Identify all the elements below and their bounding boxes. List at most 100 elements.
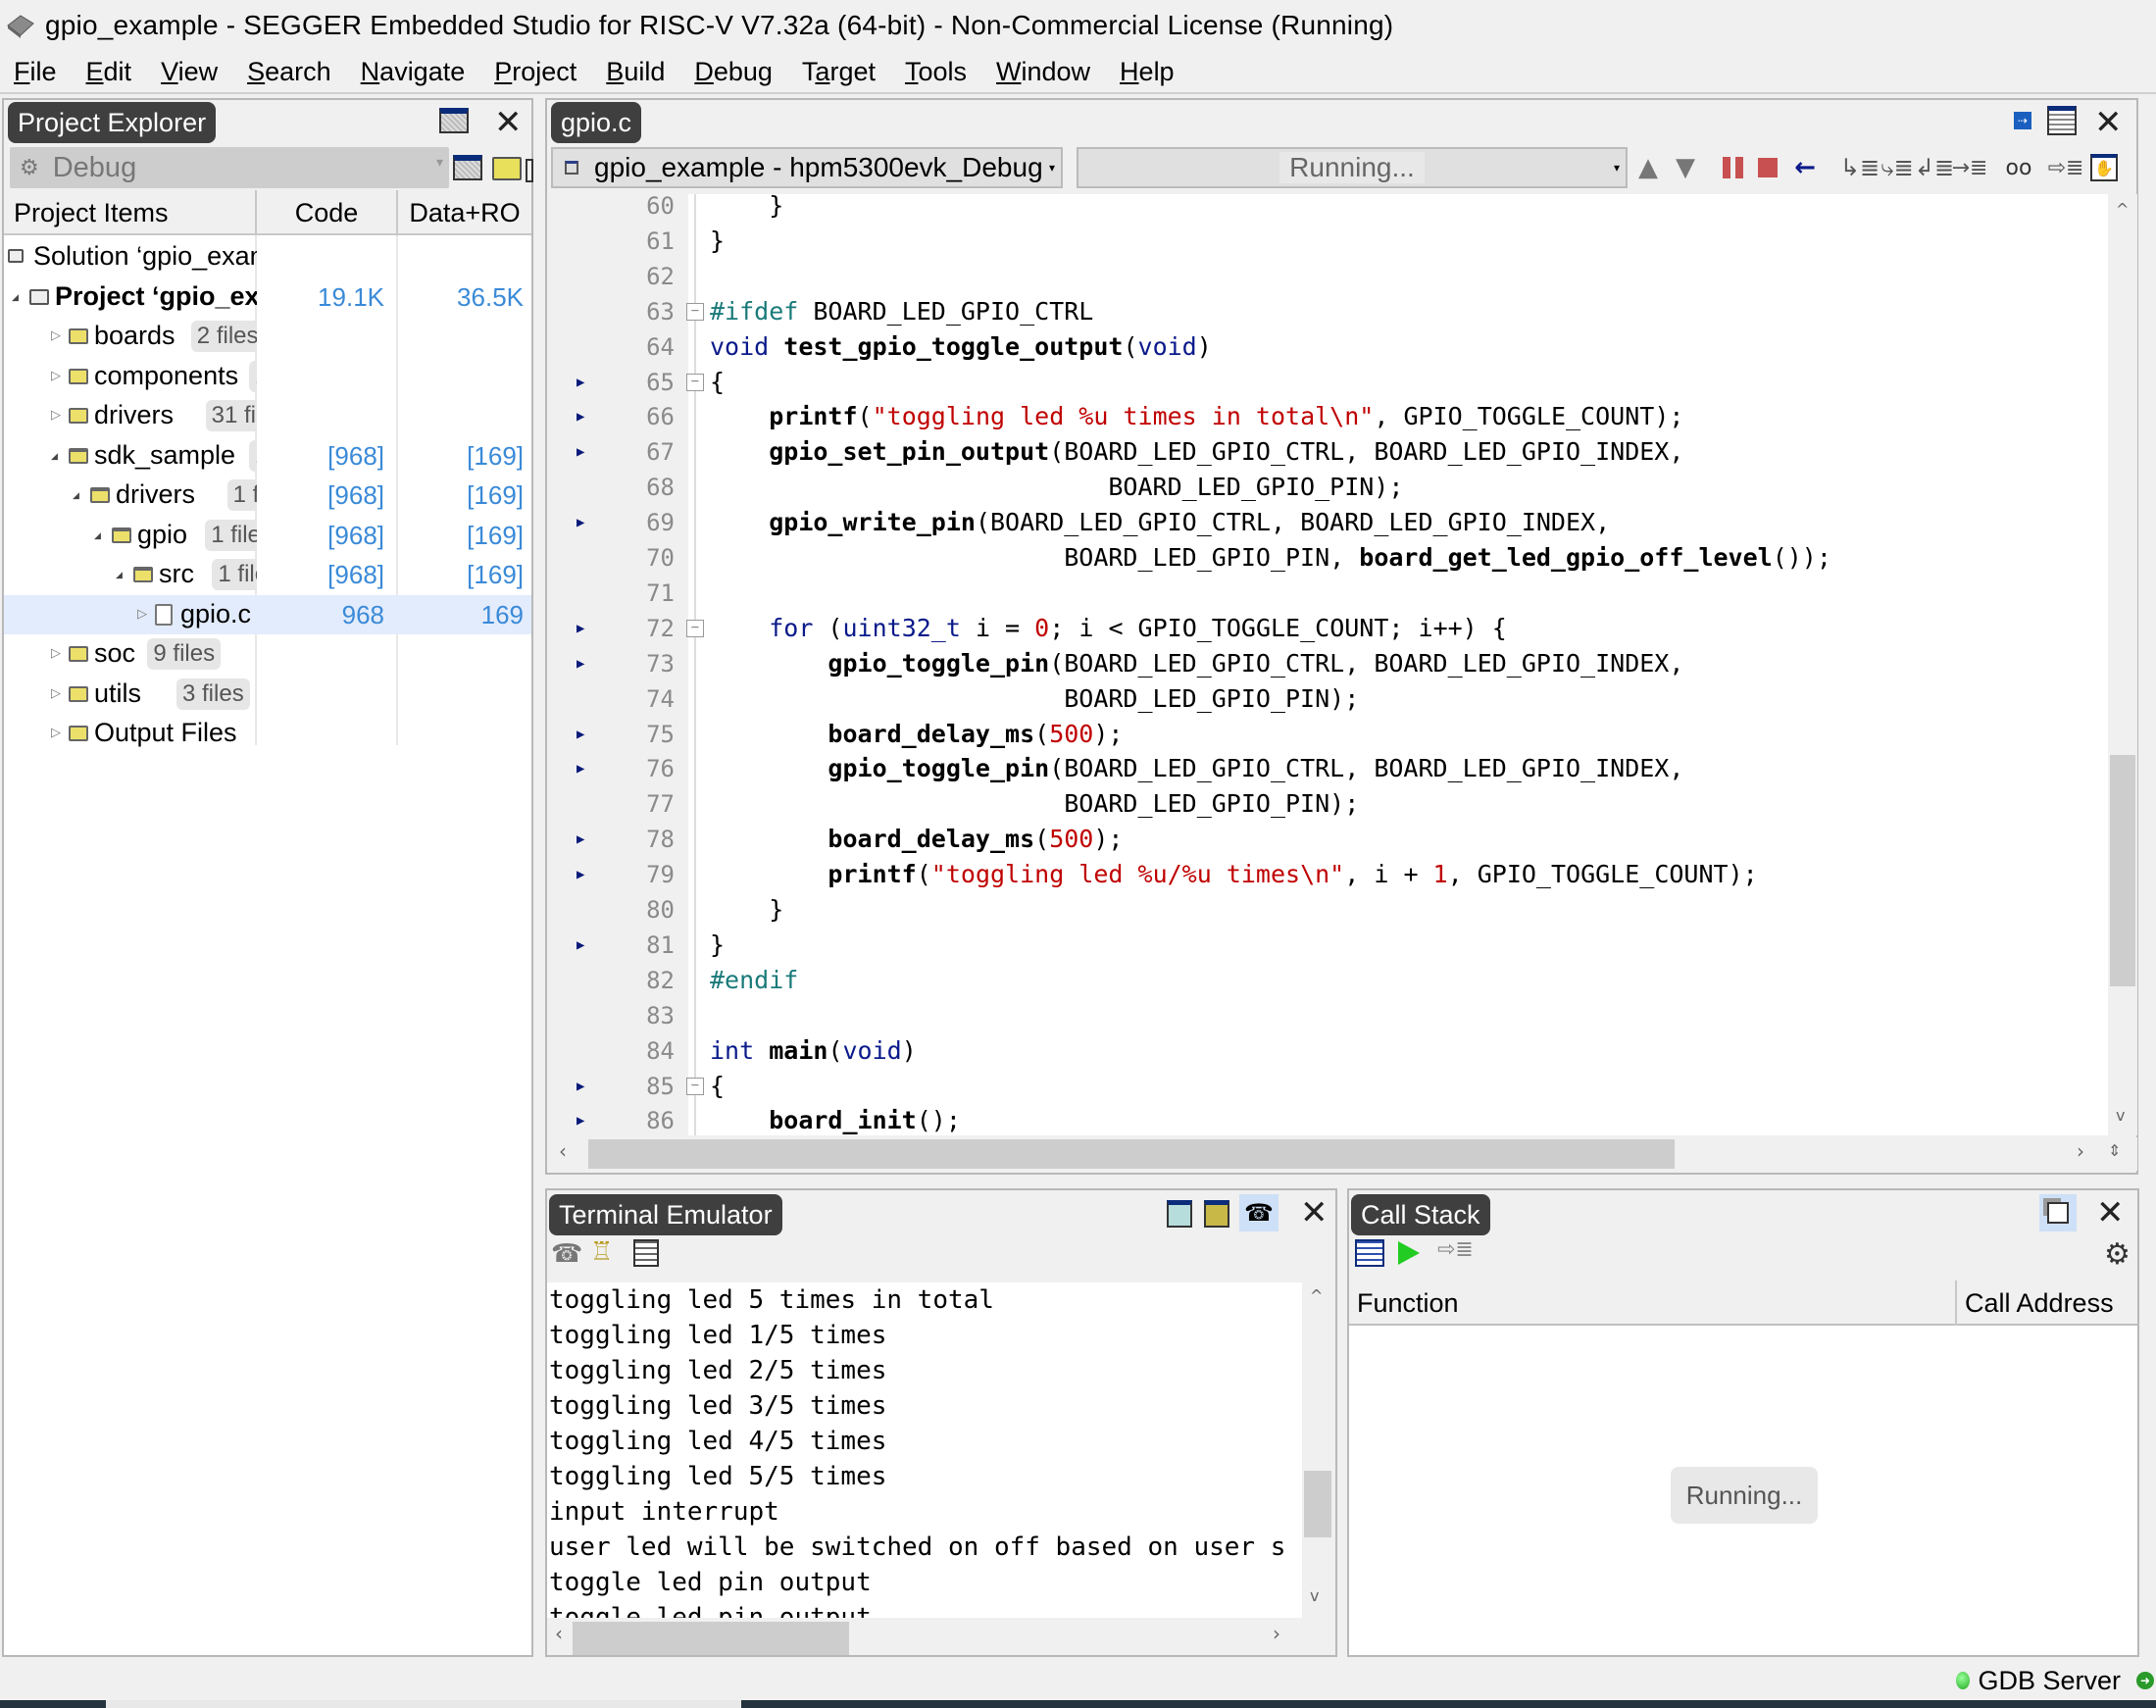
tree-item[interactable]: ▷ soc 9 files xyxy=(4,634,531,674)
code-line[interactable]: ▶ 76 gpio_toggle_pin(BOARD_LED_GPIO_CTRL,… xyxy=(549,751,2108,786)
tree-item[interactable]: ▷ boards 2 files xyxy=(4,317,531,356)
terminal-vertical-scroll-thumb[interactable] xyxy=(1304,1471,1331,1537)
menu-view[interactable]: View xyxy=(161,57,218,87)
menu-edit[interactable]: Edit xyxy=(86,57,132,87)
code-line[interactable]: ▶ 79 printf("toggling led %u/%u times\n",… xyxy=(549,857,2108,892)
tree-item[interactable]: Solution ‘gpio_example’ xyxy=(4,237,531,276)
breakpoint-location-icon[interactable]: ▶ xyxy=(577,857,584,892)
tree-item[interactable]: ◢ sdk_sample 1 file [968] [169] xyxy=(4,436,531,476)
terminal-connect-icon[interactable] xyxy=(1167,1200,1192,1228)
breakpoint-location-icon[interactable]: ▶ xyxy=(577,611,584,646)
code-line[interactable]: 82 #endif xyxy=(549,963,2108,998)
disconnect-phone-icon[interactable]: ☎ xyxy=(551,1239,582,1269)
terminal-settings-icon[interactable] xyxy=(1204,1200,1229,1228)
code-line[interactable]: 80 } xyxy=(549,892,2108,928)
code-line[interactable]: 71 xyxy=(549,576,2108,611)
fold-toggle-icon[interactable]: − xyxy=(686,373,704,391)
debug-status-select[interactable]: Running... ▾ xyxy=(1077,147,1628,188)
code-line[interactable]: 77 BOARD_LED_GPIO_PIN); xyxy=(549,786,2108,822)
code-line[interactable]: ▶ 85−{ xyxy=(549,1069,2108,1104)
menu-project[interactable]: Project xyxy=(494,57,577,87)
expand-icon[interactable]: ▷ xyxy=(51,646,61,661)
menu-file[interactable]: File xyxy=(14,57,57,87)
scroll-right-icon[interactable]: › xyxy=(2077,1139,2084,1163)
show-next-statement-icon[interactable]: ⇨≣ xyxy=(2048,149,2084,186)
code-line[interactable]: 68 BOARD_LED_GPIO_PIN); xyxy=(549,470,2108,505)
menu-window[interactable]: Window xyxy=(996,57,1090,87)
run-to-frame-icon[interactable] xyxy=(1398,1241,1420,1265)
collapse-icon[interactable]: ◢ xyxy=(94,531,101,541)
collapse-icon[interactable]: ◢ xyxy=(116,571,123,580)
scroll-down-icon[interactable]: v xyxy=(1310,1586,1319,1605)
breakpoint-location-icon[interactable]: ▶ xyxy=(577,365,584,400)
step-over-icon[interactable]: ⤷≣ xyxy=(1880,149,1914,186)
code-line[interactable]: ▶ 72− for (uint32_t i = 0; i < GPIO_TOGGL… xyxy=(549,611,2108,646)
close-icon[interactable]: ✕ xyxy=(494,106,523,139)
dial-icon[interactable]: ♖ xyxy=(590,1237,613,1267)
column-header-function[interactable]: Function xyxy=(1349,1281,1957,1326)
goto-icon[interactable]: ⇢ xyxy=(2014,112,2031,129)
editor-horizontal-scrollbar[interactable]: ‹ › ⇕ xyxy=(549,1137,2137,1171)
run-to-cursor-icon[interactable]: →≣ xyxy=(1952,149,1988,186)
step-out-icon[interactable]: ↲≣ xyxy=(1915,149,1954,186)
code-line[interactable]: 64 void test_gpio_toggle_output(void) xyxy=(549,329,2108,365)
breakpoint-location-icon[interactable]: ▶ xyxy=(577,928,584,963)
terminal-output[interactable]: toggling led 5 times in total toggling le… xyxy=(547,1282,1302,1618)
gear-icon[interactable]: ⚙ xyxy=(2104,1237,2131,1272)
target-select[interactable]: gpio_example - hpm5300evk_Debug ▾ xyxy=(551,147,1063,188)
tree-item[interactable]: ▷ components 1 file xyxy=(4,357,531,396)
expand-icon[interactable]: ▷ xyxy=(51,328,61,343)
code-line[interactable]: ▶ 81} xyxy=(549,928,2108,963)
collapse-icon[interactable]: ◢ xyxy=(73,491,79,501)
code-editor[interactable]: 60 } 61} 62 63− #ifdef BOARD_LED_GPIO_CTRL 64… xyxy=(549,194,2108,1135)
tree-item[interactable]: ▷ utils 3 files xyxy=(4,675,531,714)
collapse-icon[interactable]: ◢ xyxy=(51,452,58,462)
code-line[interactable]: 61} xyxy=(549,224,2108,259)
breakpoint-location-icon[interactable]: ▶ xyxy=(577,751,584,786)
column-header-project-items[interactable]: Project Items xyxy=(4,190,257,235)
terminal-properties-icon[interactable] xyxy=(633,1239,659,1267)
stop-icon[interactable] xyxy=(1753,149,1782,186)
expand-icon[interactable]: ▷ xyxy=(137,607,147,622)
breakpoint-location-icon[interactable]: ▶ xyxy=(577,646,584,681)
breakpoint-location-icon[interactable]: ▶ xyxy=(577,505,584,540)
terminal-phone-icon[interactable]: ☎ xyxy=(1239,1194,1279,1231)
code-line[interactable]: ▶ 78 board_delay_ms(500); xyxy=(549,822,2108,857)
taskbar-search-area[interactable] xyxy=(106,1700,741,1708)
close-icon[interactable]: ✕ xyxy=(1300,1196,1329,1230)
editor-vertical-scroll-thumb[interactable] xyxy=(2110,755,2135,986)
column-header-call-address[interactable]: Call Address xyxy=(1957,1281,2137,1326)
expand-icon[interactable]: ▷ xyxy=(51,726,61,740)
code-line[interactable]: 63− #ifdef BOARD_LED_GPIO_CTRL xyxy=(549,294,2108,329)
hand-icon[interactable]: ✋ xyxy=(2088,149,2120,186)
scroll-left-icon[interactable]: ‹ xyxy=(559,1139,567,1163)
column-header-code[interactable]: Code xyxy=(257,190,398,235)
code-line[interactable]: ▶ 75 board_delay_ms(500); xyxy=(549,717,2108,752)
menu-target[interactable]: Target xyxy=(802,57,876,87)
code-line[interactable]: ▶ 86 board_init(); xyxy=(549,1103,2108,1135)
watch-glasses-icon[interactable]: oo xyxy=(2002,149,2035,186)
close-icon[interactable]: ✕ xyxy=(2096,1196,2125,1230)
code-line[interactable]: ▶ 69 gpio_write_pin(BOARD_LED_GPIO_CTRL, … xyxy=(549,505,2108,540)
tree-item[interactable]: ▷gpio.cm968169 xyxy=(4,594,531,634)
down-arrow-icon[interactable]: ▼ xyxy=(1671,149,1700,186)
fold-toggle-icon[interactable]: − xyxy=(686,619,704,637)
pause-icon[interactable] xyxy=(1718,149,1747,186)
breakpoint-location-icon[interactable]: ▶ xyxy=(577,434,584,470)
breakpoint-location-icon[interactable]: ▶ xyxy=(577,1069,584,1104)
terminal-horizontal-scrollbar[interactable]: ‹ › xyxy=(547,1620,1331,1655)
show-source-icon[interactable] xyxy=(1355,1239,1384,1267)
expand-icon[interactable]: ▷ xyxy=(51,408,61,423)
close-icon[interactable]: ✕ xyxy=(2094,106,2123,139)
collapse-icon[interactable]: ◢ xyxy=(12,293,19,303)
terminal-horizontal-scroll-thumb[interactable] xyxy=(573,1622,849,1655)
project-explorer-tab[interactable]: Project Explorer xyxy=(8,102,217,143)
menu-navigate[interactable]: Navigate xyxy=(361,57,466,87)
configuration-select[interactable]: ⚙ Debug ▾ xyxy=(10,147,449,188)
scroll-up-icon[interactable]: ^ xyxy=(2116,200,2129,219)
split-icon[interactable]: ⇕ xyxy=(2108,1141,2121,1160)
code-line[interactable]: 60 } xyxy=(549,194,2108,224)
code-line[interactable]: ▶ 65−{ xyxy=(549,365,2108,400)
document-list-icon[interactable] xyxy=(2047,106,2077,135)
window-layout-icon[interactable] xyxy=(439,108,469,133)
